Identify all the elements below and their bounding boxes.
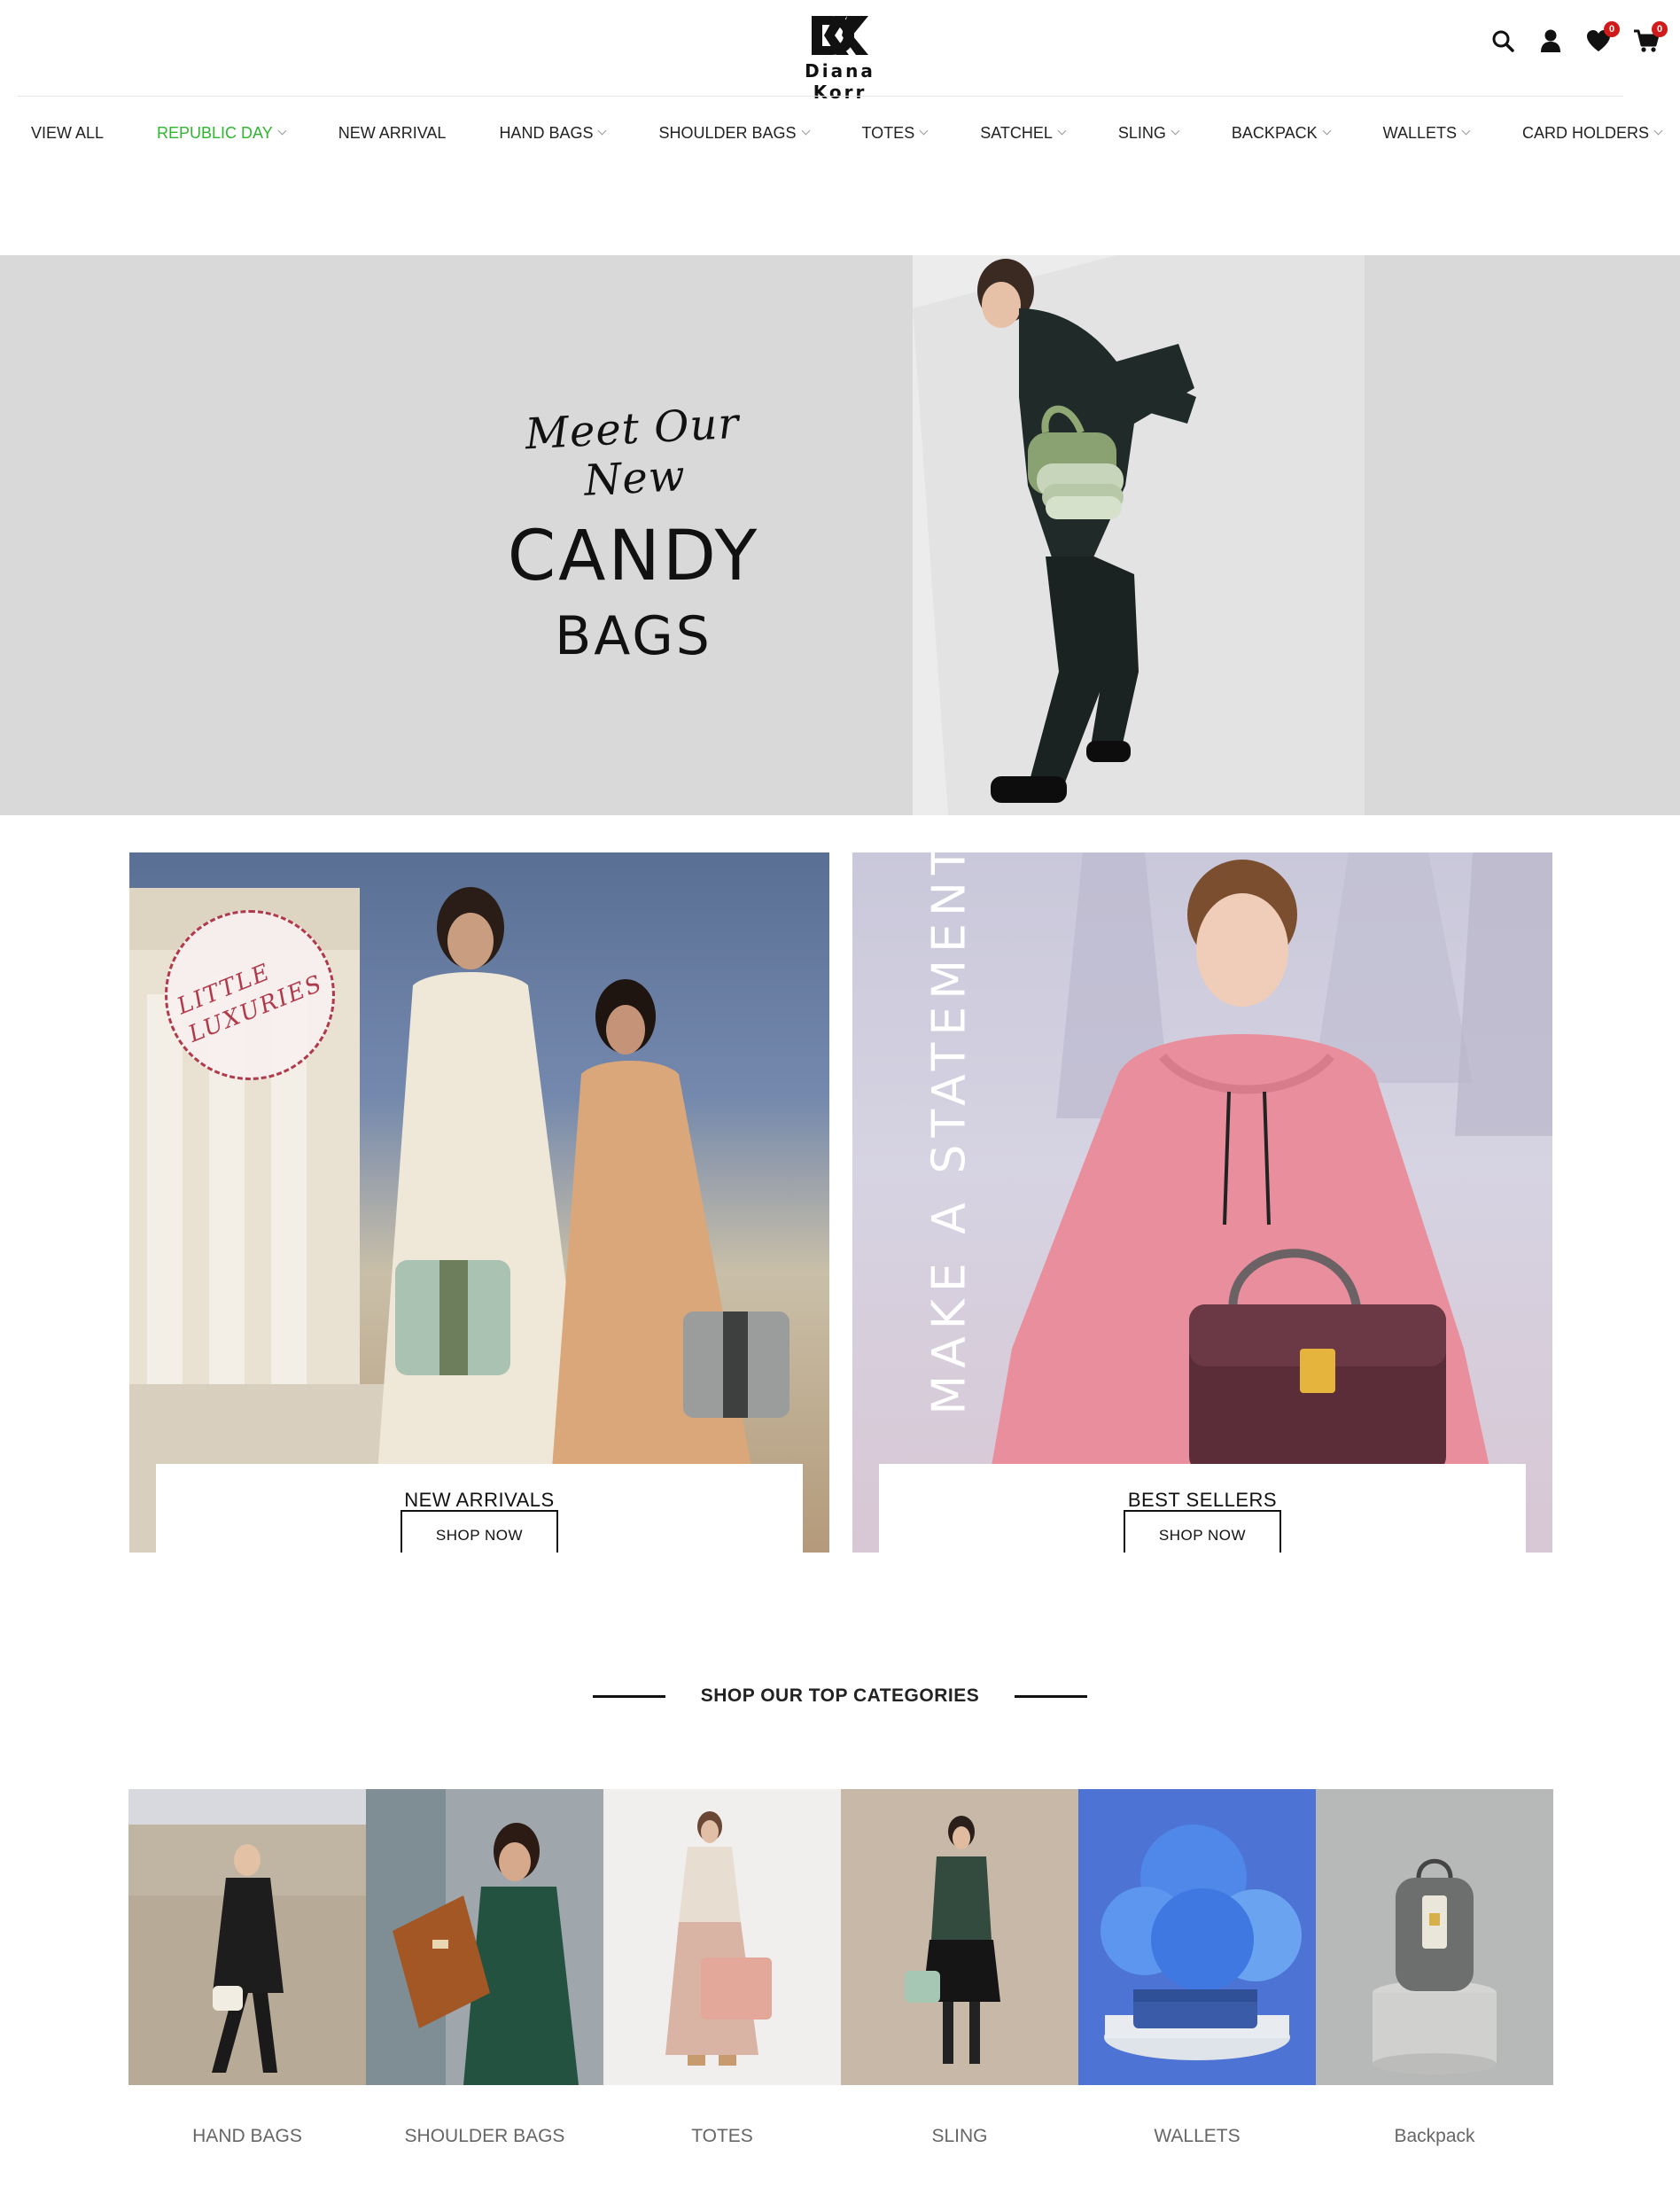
header-divider (18, 96, 1623, 97)
heading-rule-left (592, 1694, 665, 1698)
promo-card: BEST SELLERS SHOP NOW (879, 1464, 1526, 1553)
category-shoulder-bags[interactable]: SHOULDER BAGS (366, 1789, 603, 2147)
nav-item-satchel[interactable]: SATCHEL (953, 124, 1092, 143)
category-label: SLING (931, 2126, 988, 2146)
promo-best-sellers[interactable]: MAKE A STATEMENT BEST SELLERS SHOP NOW (852, 852, 1552, 1553)
category-image (366, 1789, 603, 2085)
account-button[interactable] (1536, 27, 1565, 55)
hero-model-image (913, 255, 1365, 815)
promo-label-new-arrivals: NEW ARRIVALS (404, 1489, 555, 1511)
category-backpack[interactable]: Backpack (1316, 1789, 1553, 2147)
nav-item-label: TOTES (861, 123, 915, 142)
category-label: SHOULDER BAGS (404, 2126, 565, 2146)
nav-item-label: SHOULDER BAGS (658, 123, 797, 142)
nav-item-sling[interactable]: SLING (1092, 124, 1205, 143)
make-a-statement-text: MAKE A STATEMENT (923, 852, 976, 1415)
cart-button[interactable]: 0 (1632, 21, 1668, 55)
promo-label-best-sellers: BEST SELLERS (1127, 1489, 1278, 1511)
nav-item-hand-bags[interactable]: HAND BAGS (472, 124, 632, 143)
category-wallets[interactable]: WALLETS (1078, 1789, 1316, 2147)
nav-item-label: REPUBLIC DAY (157, 123, 273, 142)
nav-item-label: SATCHEL (980, 123, 1053, 142)
wishlist-count-badge: 0 (1604, 21, 1620, 37)
nav-item-label: WALLETS (1382, 123, 1457, 142)
shop-now-best-sellers-button[interactable]: SHOP NOW (1124, 1510, 1281, 1553)
category-hand-bags[interactable]: HAND BAGS (128, 1789, 366, 2147)
chevron-down-icon (598, 126, 607, 136)
category-totes[interactable]: TOTES (603, 1789, 841, 2147)
top-categories-heading: SHOP OUR TOP CATEGORIES (0, 1682, 1680, 1710)
hero-script-text: Meet Our New (524, 398, 741, 506)
category-image (841, 1789, 1078, 2085)
nav-item-label: HAND BAGS (499, 123, 594, 142)
search-button[interactable] (1489, 27, 1517, 55)
hero-model-illustration (913, 255, 1365, 815)
category-label: HAND BAGS (192, 2126, 302, 2146)
nav-item-totes[interactable]: TOTES (836, 124, 954, 143)
nav-item-shoulder-bags[interactable]: SHOULDER BAGS (632, 124, 835, 143)
nav-item-wallets[interactable]: WALLETS (1357, 124, 1496, 143)
nav-item-label: CARD HOLDERS (1521, 123, 1650, 142)
site-header: Diana Korr 0 0 (0, 0, 1680, 103)
nav-item-label: NEW ARRIVAL (338, 123, 447, 142)
promo-card: NEW ARRIVALS SHOP NOW (156, 1464, 803, 1553)
hero-banner[interactable]: Meet Our New CANDY BAGS (0, 255, 1680, 815)
chevron-down-icon (277, 126, 287, 136)
header-actions: 0 0 (1489, 21, 1668, 55)
user-icon (1541, 29, 1560, 52)
search-icon (1492, 30, 1514, 52)
category-image (603, 1789, 841, 2085)
nav-item-backpack[interactable]: BACKPACK (1205, 124, 1357, 143)
cart-count-badge: 0 (1652, 21, 1668, 37)
promo-new-arrivals[interactable]: LITTLE LUXURIES NEW ARRIVALS SHOP NOW (129, 852, 829, 1553)
category-image (128, 1789, 366, 2085)
category-sling[interactable]: SLING (841, 1789, 1078, 2147)
category-image (1316, 1789, 1553, 2085)
chevron-down-icon (801, 126, 810, 136)
promo-overlay-text: LITTLE LUXURIES (173, 940, 328, 1049)
category-image (1078, 1789, 1316, 2085)
hero-subtitle: BAGS (555, 605, 712, 667)
category-label: Backpack (1394, 2126, 1475, 2146)
nav-item-label: BACKPACK (1231, 123, 1318, 142)
chevron-down-icon (1171, 126, 1180, 136)
category-label: WALLETS (1154, 2126, 1241, 2146)
nav-item-label: SLING (1117, 123, 1166, 142)
logo-mark-icon (812, 16, 868, 55)
nav-list: VIEW ALL REPUBLIC DAY NEW ARRIVAL HAND BAGS… (0, 97, 1680, 168)
chevron-down-icon (919, 126, 929, 136)
category-label: TOTES (691, 2126, 753, 2146)
brand-logo[interactable]: Diana Korr (776, 12, 904, 103)
section-title: SHOP OUR TOP CATEGORIES (700, 1685, 980, 1706)
nav-item-new-arrival[interactable]: NEW ARRIVAL (312, 124, 473, 143)
chevron-down-icon (1653, 126, 1663, 136)
shop-now-new-arrivals-button[interactable]: SHOP NOW (401, 1510, 558, 1553)
nav-item-view-all[interactable]: VIEW ALL (4, 124, 130, 143)
heading-rule-right (1015, 1694, 1088, 1698)
chevron-down-icon (1461, 126, 1471, 136)
chevron-down-icon (1057, 126, 1067, 136)
wishlist-button[interactable]: 0 (1584, 21, 1620, 55)
little-luxuries-stamp: LITTLE LUXURIES (165, 910, 335, 1080)
chevron-down-icon (1322, 126, 1332, 136)
promo-overlay-text: MAKE A STATEMENT (923, 852, 977, 1415)
nav-item-label: VIEW ALL (30, 123, 105, 142)
main-nav: VIEW ALL REPUBLIC DAY NEW ARRIVAL HAND BAGS… (0, 97, 1680, 168)
nav-item-republic-day[interactable]: REPUBLIC DAY (130, 124, 312, 143)
category-grid: HAND BAGS SHOULDER BAGS TOTES SLING WALL… (128, 1789, 1553, 2147)
nav-item-card-holders[interactable]: CARD HOLDERS (1496, 124, 1680, 143)
hero-title: CANDY (507, 517, 760, 596)
